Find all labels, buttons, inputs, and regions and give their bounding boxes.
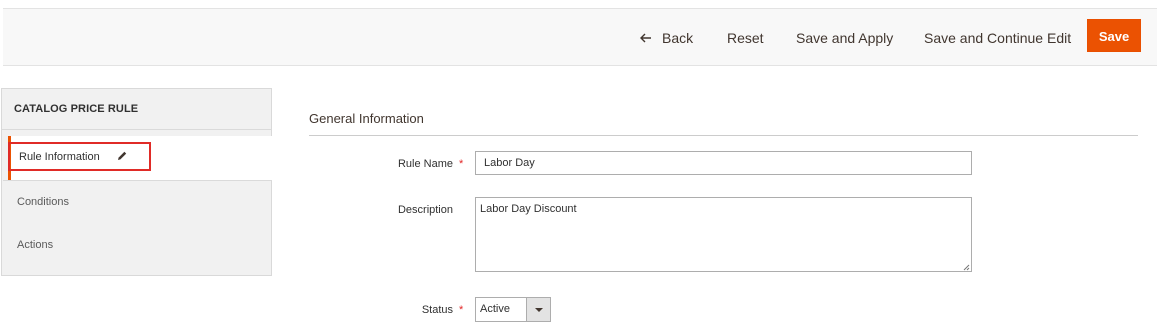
description-value: Labor Day Discount <box>480 203 577 215</box>
sidebar-item-actions[interactable]: Actions <box>17 239 53 251</box>
select-arrow <box>526 298 550 321</box>
highlight-box <box>8 142 151 171</box>
chevron-down-icon <box>535 308 543 312</box>
page-actions-toolbar: Back Reset Save and Apply Save and Conti… <box>3 8 1157 66</box>
arrow-left-icon <box>640 27 654 49</box>
sidebar-title: CATALOG PRICE RULE <box>14 103 139 115</box>
status-select[interactable]: Active <box>475 297 551 322</box>
divider <box>2 129 271 130</box>
required-marker: * <box>459 304 464 316</box>
save-and-apply-button[interactable]: Save and Apply <box>796 27 893 49</box>
save-and-continue-button[interactable]: Save and Continue Edit <box>924 27 1071 49</box>
back-label: Back <box>662 30 694 46</box>
sidebar-item-conditions[interactable]: Conditions <box>17 196 69 208</box>
divider <box>3 180 272 181</box>
required-marker: * <box>459 158 464 170</box>
divider <box>309 135 1138 136</box>
back-button[interactable]: Back <box>640 27 693 49</box>
description-textarea[interactable]: Labor Day Discount <box>475 197 972 272</box>
resize-grip-icon[interactable] <box>962 262 970 271</box>
status-value: Active <box>480 303 510 315</box>
sidebar: CATALOG PRICE RULE Rule Information Cond… <box>1 88 272 276</box>
section-title: General Information <box>309 111 424 126</box>
description-label: Description <box>397 204 453 216</box>
rule-name-label: Rule Name <box>397 158 453 170</box>
status-label: Status <box>421 304 453 316</box>
save-button[interactable]: Save <box>1087 19 1141 52</box>
rule-name-input[interactable]: Labor Day <box>475 151 972 175</box>
reset-button[interactable]: Reset <box>727 27 764 49</box>
